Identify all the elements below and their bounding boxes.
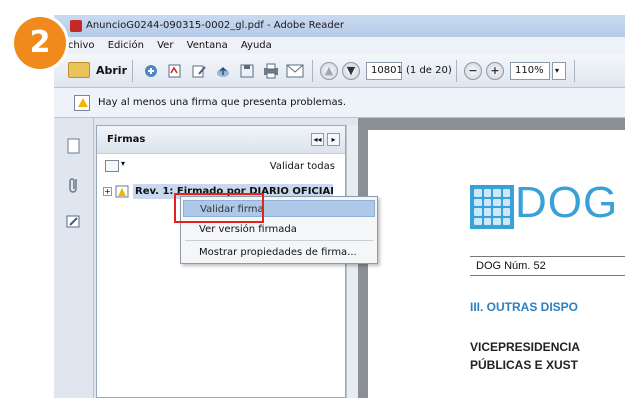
zoom-dropdown-chevron-icon[interactable]: ▾ bbox=[552, 62, 566, 80]
attachments-paperclip-icon[interactable] bbox=[66, 176, 82, 194]
toolbar-separator bbox=[456, 60, 457, 82]
expand-signature-icon[interactable]: + bbox=[103, 187, 112, 196]
window-title: AnuncioG0244-090315-0002_gl.pdf - Adobe … bbox=[86, 20, 344, 31]
zoom-out-icon[interactable]: − bbox=[464, 62, 482, 80]
edit-icon[interactable] bbox=[190, 62, 208, 80]
navigation-pane-strip bbox=[54, 118, 94, 398]
show-signature-properties-menu-item[interactable]: Mostrar propiedades de firma... bbox=[183, 244, 375, 261]
title-bar: AnuncioG0244-090315-0002_gl.pdf - Adobe … bbox=[54, 15, 625, 37]
menu-divider bbox=[185, 240, 373, 241]
open-button[interactable]: Abrir bbox=[96, 64, 127, 77]
issue-number: DOG Núm. 52 bbox=[470, 256, 625, 276]
options-chevron-down-icon[interactable]: ▾ bbox=[121, 159, 125, 168]
print-icon[interactable] bbox=[262, 62, 280, 80]
signatures-panel-toolbar: ▾ Validar todas bbox=[97, 154, 345, 178]
menu-ayuda[interactable]: Ayuda bbox=[241, 37, 272, 54]
pdf-app-icon bbox=[70, 20, 82, 32]
share-icon[interactable] bbox=[142, 62, 160, 80]
collapse-panel-icon[interactable]: ◂◂ bbox=[311, 133, 324, 146]
open-folder-icon[interactable] bbox=[68, 62, 90, 78]
dog-logo-icon bbox=[470, 185, 514, 229]
signatures-panel-title: Firmas bbox=[107, 134, 146, 145]
dog-logo-text: DOG bbox=[515, 178, 619, 227]
pages-icon[interactable] bbox=[66, 138, 82, 156]
step-badge: 2 bbox=[14, 17, 66, 69]
signature-warning-icon bbox=[115, 185, 129, 198]
toolbar-separator bbox=[574, 60, 575, 82]
toolbar-separator bbox=[132, 60, 133, 82]
email-icon[interactable] bbox=[286, 62, 304, 80]
menu-edicion[interactable]: Edición bbox=[108, 37, 144, 54]
zoom-in-icon[interactable]: + bbox=[486, 62, 504, 80]
validate-all-button[interactable]: Validar todas bbox=[270, 161, 335, 172]
document-heading-line-1: VICEPRESIDENCIA bbox=[470, 340, 581, 354]
menu-bar: rchivo Edición Ver Ventana Ayuda bbox=[54, 37, 625, 54]
signature-warning-icon bbox=[74, 95, 90, 111]
zoom-level-select[interactable]: 110% bbox=[510, 62, 550, 80]
save-icon[interactable] bbox=[238, 62, 256, 80]
signatures-pen-icon[interactable] bbox=[66, 214, 82, 232]
next-page-icon[interactable]: ▼ bbox=[342, 62, 360, 80]
menu-ventana[interactable]: Ventana bbox=[187, 37, 228, 54]
menu-archivo[interactable]: rchivo bbox=[64, 37, 95, 54]
expand-panel-icon[interactable]: ▸ bbox=[327, 133, 340, 146]
document-heading: VICEPRESIDENCIA PÚBLICAS E XUST bbox=[470, 338, 580, 374]
toolbar-separator bbox=[312, 60, 313, 82]
highlight-box bbox=[174, 193, 264, 223]
sign-icon[interactable] bbox=[166, 62, 184, 80]
previous-page-icon[interactable]: ▲ bbox=[320, 62, 338, 80]
upload-cloud-icon[interactable] bbox=[214, 62, 232, 80]
signatures-panel-header: Firmas ◂◂ ▸ bbox=[97, 126, 345, 154]
signature-warning-bar: Hay al menos una firma que presenta prob… bbox=[54, 88, 625, 118]
signature-warning-message: Hay al menos una firma que presenta prob… bbox=[98, 97, 347, 108]
page-number-input[interactable]: 10801 bbox=[366, 62, 403, 80]
view-signed-version-menu-item[interactable]: Ver versión firmada bbox=[183, 221, 375, 238]
page-count: (1 de 20) bbox=[406, 65, 452, 76]
main-toolbar: Abrir ▲ ▼ 10801 (1 de 20) − + 110% ▾ bbox=[54, 54, 625, 88]
section-heading: III. OUTRAS DISPO bbox=[470, 300, 579, 314]
options-menu-icon[interactable] bbox=[105, 160, 119, 172]
document-heading-line-2: PÚBLICAS E XUST bbox=[470, 358, 579, 372]
menu-ver[interactable]: Ver bbox=[157, 37, 173, 54]
